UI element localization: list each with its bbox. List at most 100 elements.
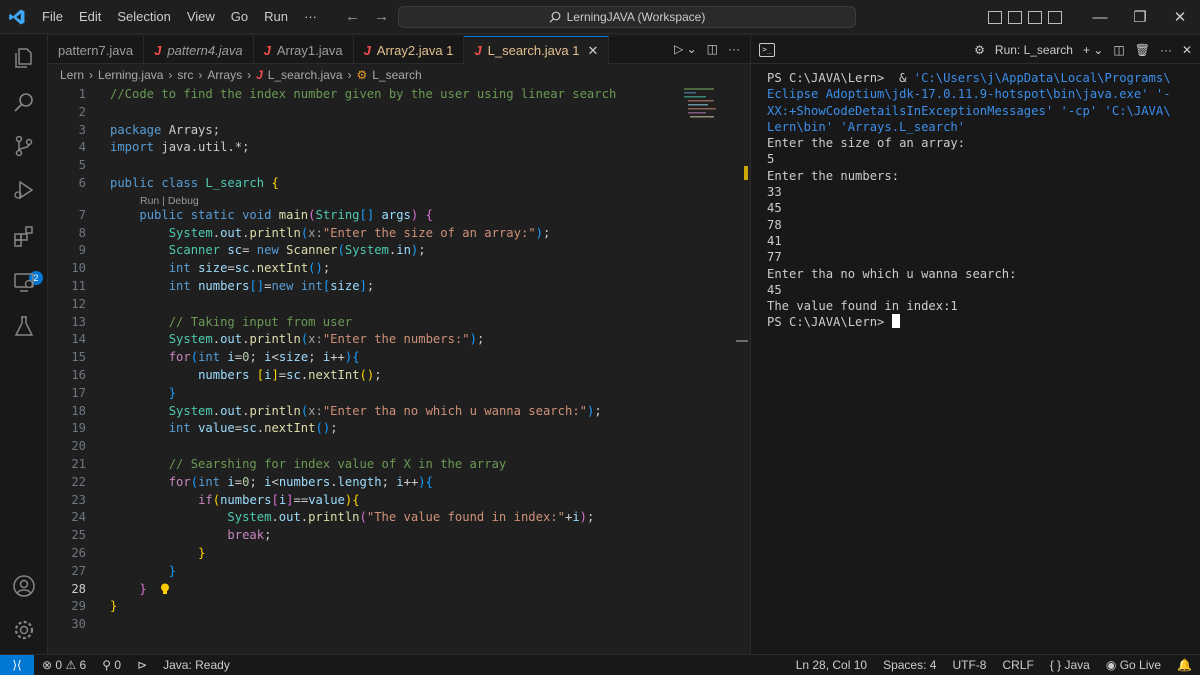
menu-more[interactable]: ··· — [296, 9, 325, 24]
code-token: int — [198, 474, 228, 489]
forward-arrow-icon[interactable]: → — [374, 8, 389, 25]
more-actions-icon[interactable]: ··· — [728, 42, 740, 56]
breadcrumb-item[interactable]: Lern — [60, 68, 84, 82]
code-text: for(int i=0; i<numbers.length; i++){ — [110, 474, 433, 492]
code-token: length — [337, 474, 382, 489]
go-live-button[interactable]: ◉ Go Live — [1098, 658, 1169, 672]
terminal-output[interactable]: PS C:\JAVA\Lern> & 'C:\Users\j\AppData\L… — [751, 64, 1200, 337]
command-center-search[interactable]: LerningJAVA (Workspace) — [398, 6, 856, 28]
tab-array2[interactable]: J Array2.java 1 — [354, 36, 465, 64]
java-status[interactable]: Java: Ready — [155, 658, 238, 672]
tab-pattern4[interactable]: J pattern4.java — [144, 36, 254, 64]
code-token: ++ — [403, 474, 419, 489]
menu-selection[interactable]: Selection — [109, 9, 178, 24]
close-window-icon[interactable]: ✕ — [1160, 8, 1200, 26]
remote-indicator-icon[interactable]: ⟩⟨ — [0, 654, 34, 675]
menu-run[interactable]: Run — [256, 9, 296, 24]
code-token: ; — [322, 261, 331, 276]
line-ending[interactable]: CRLF — [994, 658, 1041, 672]
code-token: numbers — [198, 367, 257, 382]
gear-icon[interactable]: ⚙ — [974, 43, 985, 57]
terminal-line: 45 — [767, 200, 1184, 216]
tab-problem-count: 1 — [446, 42, 454, 58]
code-token: = — [234, 474, 243, 489]
code-editor[interactable]: 1 //Code to find the index number given b… — [48, 86, 748, 634]
split-editor-icon[interactable]: ◫ — [707, 42, 718, 56]
terminal-text: Lern\bin' 'Arrays.L_search' — [767, 119, 966, 134]
indentation[interactable]: Spaces: 4 — [875, 658, 944, 672]
code-text: public static void main(String[] args) { — [110, 207, 433, 225]
breadcrumb-item[interactable]: src — [177, 68, 193, 82]
code-token: sc — [286, 367, 301, 382]
run-icon[interactable]: ▷ ⌄ — [674, 42, 697, 56]
code-token: = — [234, 350, 243, 365]
code-token: numbers — [220, 492, 272, 507]
extensions-icon[interactable] — [12, 224, 36, 248]
problems-status[interactable]: ⊗ 0 ⚠ 6 — [34, 658, 94, 672]
encoding[interactable]: UTF-8 — [944, 658, 994, 672]
chevron-right-icon: › — [168, 68, 173, 82]
debug-status-icon[interactable]: ⊳ — [129, 658, 155, 672]
tab-pattern7[interactable]: pattern7.java — [48, 36, 145, 64]
back-arrow-icon[interactable]: ← — [345, 8, 360, 25]
ports-status[interactable]: ⚲ 0 — [94, 658, 129, 672]
codelens[interactable]: Run | Debug — [48, 193, 748, 207]
customize-layout-icon[interactable] — [1048, 10, 1062, 24]
new-terminal-icon[interactable]: + ⌄ — [1083, 43, 1103, 57]
terminal-line: Enter tha no which u wanna search: — [767, 266, 1184, 282]
trash-icon[interactable]: 🗑 — [1135, 43, 1150, 57]
toggle-secondary-sidebar-icon[interactable] — [1028, 10, 1042, 24]
breadcrumb-item[interactable]: Lerning.java — [98, 68, 163, 82]
menu-go[interactable]: Go — [223, 9, 256, 24]
code-line: 13 // Taking input from user — [48, 314, 748, 332]
toggle-panel-icon[interactable] — [1008, 10, 1022, 24]
breadcrumb-item[interactable]: Arrays — [207, 68, 242, 82]
code-line: 28 } — [48, 581, 748, 599]
run-debug-icon[interactable] — [12, 178, 36, 202]
editor-actions: ▷ ⌄ ◫ ··· — [674, 42, 740, 56]
line-number: 6 — [78, 175, 86, 190]
breadcrumb-item[interactable]: L_search — [372, 68, 421, 82]
testing-flask-icon[interactable] — [12, 314, 36, 338]
tab-l-search[interactable]: J L_search.java 1 ✕ — [464, 36, 610, 64]
terminal-title[interactable]: Run: L_search — [995, 43, 1073, 57]
menu-view[interactable]: View — [179, 9, 223, 24]
line-number: 26 — [71, 545, 86, 560]
terminal-text: 'C:\Users\j\AppData\Local\Programs\ — [913, 71, 1171, 85]
remote-explorer-icon[interactable] — [12, 270, 36, 294]
code-token: . — [212, 403, 221, 418]
lightbulb-icon[interactable] — [160, 583, 170, 595]
code-token: break — [227, 528, 265, 543]
toggle-sidebar-icon[interactable] — [988, 10, 1002, 24]
breadcrumb-item[interactable]: L_search.java — [268, 68, 343, 82]
explorer-icon[interactable] — [12, 46, 36, 70]
code-line: 21 // Searshing for index value of X in … — [48, 456, 748, 474]
more-actions-icon[interactable]: ··· — [1160, 43, 1172, 57]
minimap[interactable] — [680, 86, 736, 122]
editor-scrollbar[interactable] — [736, 340, 748, 342]
restore-icon[interactable]: ❐ — [1120, 8, 1160, 26]
search-icon[interactable] — [12, 90, 36, 114]
split-terminal-icon[interactable]: ◫ — [1113, 43, 1124, 57]
terminal-icon[interactable]: >_ — [759, 42, 775, 57]
close-panel-icon[interactable]: ✕ — [1182, 43, 1192, 57]
tab-array1[interactable]: J Array1.java — [254, 36, 354, 64]
minimize-icon[interactable]: — — [1080, 9, 1120, 26]
language-mode[interactable]: { } Java — [1042, 658, 1098, 672]
account-icon[interactable] — [12, 574, 36, 598]
notifications-bell-icon[interactable]: 🔔 — [1169, 658, 1200, 672]
line-number: 11 — [71, 278, 86, 293]
settings-gear-icon[interactable] — [12, 618, 36, 642]
menu-file[interactable]: File — [34, 9, 71, 24]
cursor-position[interactable]: Ln 28, Col 10 — [788, 658, 875, 672]
menu-edit[interactable]: Edit — [71, 9, 109, 24]
code-token: String — [315, 207, 360, 222]
chevron-right-icon: › — [89, 68, 94, 82]
code-line: 18 System.out.println(x:"Enter tha no wh… — [48, 403, 748, 421]
search-text: LerningJAVA (Workspace) — [566, 10, 706, 24]
close-tab-icon[interactable]: ✕ — [587, 43, 598, 59]
source-control-icon[interactable] — [12, 134, 36, 158]
